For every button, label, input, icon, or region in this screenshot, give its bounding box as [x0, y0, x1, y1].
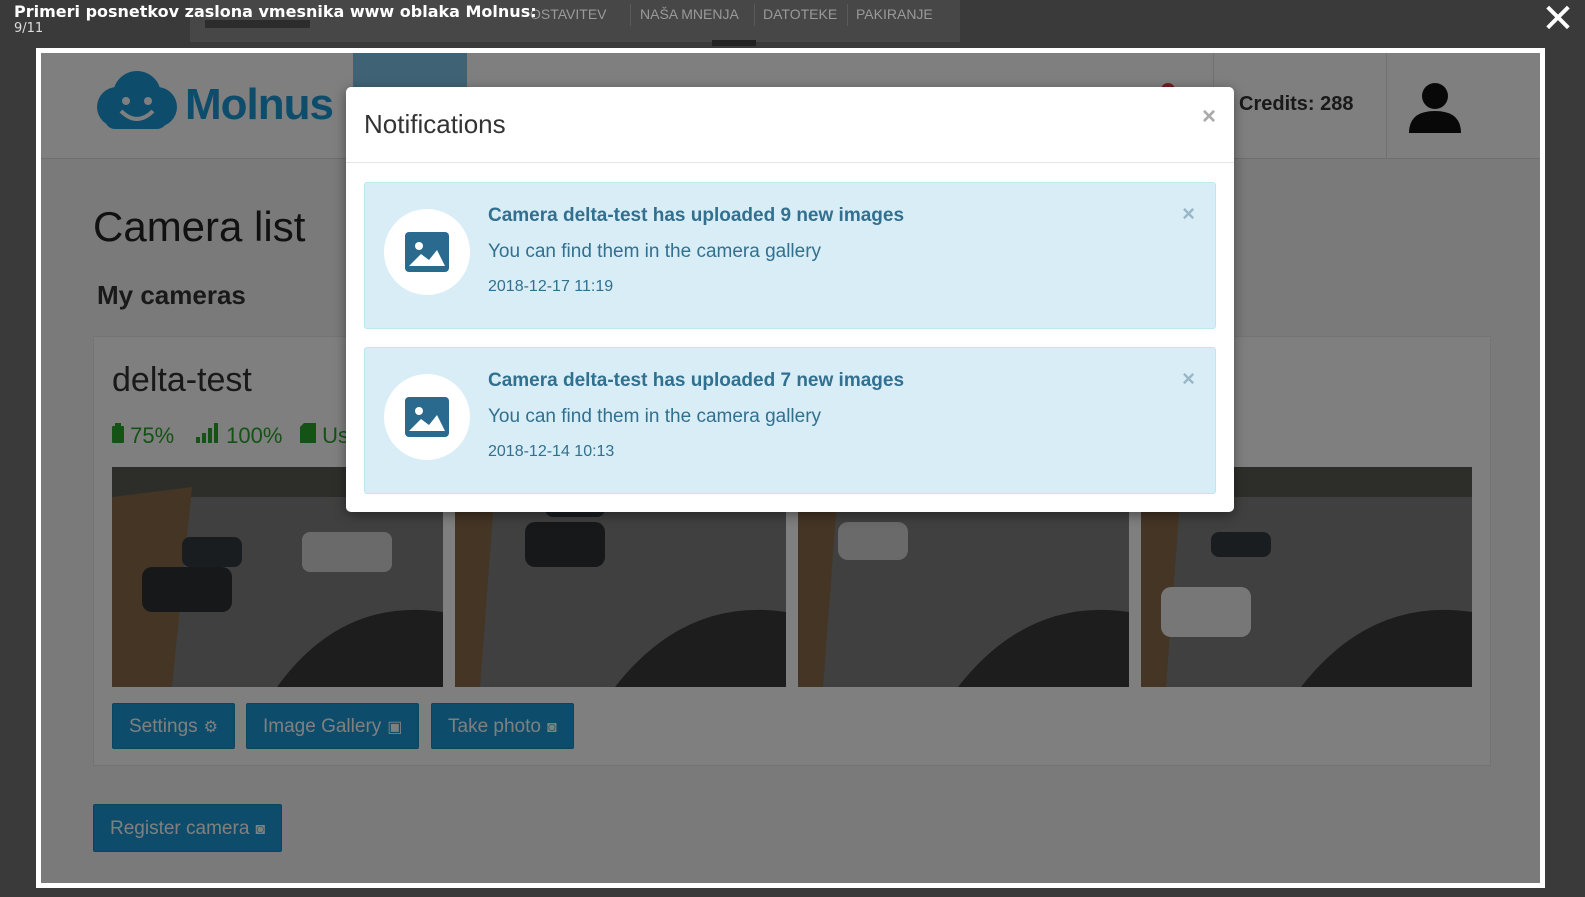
notifications-modal: Notifications × Camera delta-test has up…	[346, 87, 1234, 512]
nav-hover-marker	[712, 40, 756, 46]
notification-title: Camera delta-test has uploaded 7 new ima…	[488, 370, 905, 391]
notification-body: You can find them in the camera gallery	[488, 241, 822, 262]
nav-item-datoteke[interactable]: DATOTEKE	[763, 6, 837, 22]
nav-item-ostavitev[interactable]: OSTAVITEV	[530, 6, 607, 22]
lightbox-close-icon[interactable]: ✕	[1541, 0, 1575, 39]
notification-body: You can find them in the camera gallery	[488, 406, 822, 427]
modal-close-icon[interactable]: ×	[1202, 103, 1216, 131]
notification-item: Camera delta-test has uploaded 7 new ima…	[364, 347, 1216, 494]
nav-divider	[754, 4, 755, 26]
notification-icon-circle	[384, 209, 470, 295]
image-icon	[405, 232, 449, 272]
notification-item: Camera delta-test has uploaded 9 new ima…	[364, 182, 1216, 329]
nav-divider	[847, 4, 848, 26]
modal-title: Notifications	[364, 109, 506, 139]
nav-item-pakiranje[interactable]: PAKIRANJE	[856, 6, 933, 22]
nav-item-nasa-mnenja[interactable]: NAŠA MNENJA	[640, 6, 739, 22]
lightbox-caption: Primeri posnetkov zaslona vmesnika www o…	[14, 2, 537, 36]
nav-divider	[630, 4, 631, 26]
notification-time: 2018-12-17 11:19	[488, 278, 614, 295]
notification-close-icon[interactable]: ×	[1182, 366, 1195, 392]
lightbox-title: Primeri posnetkov zaslona vmesnika www o…	[14, 2, 537, 21]
notification-time: 2018-12-14 10:13	[488, 443, 615, 460]
notification-icon-circle	[384, 374, 470, 460]
notification-close-icon[interactable]: ×	[1182, 201, 1195, 227]
image-icon	[405, 397, 449, 437]
notification-title: Camera delta-test has uploaded 9 new ima…	[488, 205, 905, 226]
lightbox-counter: 9/11	[14, 21, 44, 36]
modal-header: Notifications ×	[346, 87, 1234, 163]
